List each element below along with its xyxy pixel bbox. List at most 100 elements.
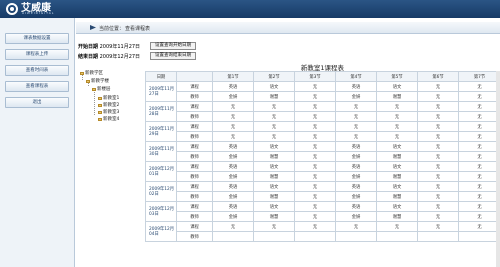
course-cell: 语文 xyxy=(376,161,418,172)
teacher-cell: 无 xyxy=(458,91,500,102)
table-row: 教师 金妍 谢慧无金妍 谢慧无无 xyxy=(146,211,500,222)
sidebar-item-upload-schedule[interactable]: 课程表上传 xyxy=(5,49,69,60)
tree-building[interactable]: 新教学楼 xyxy=(86,78,109,84)
course-cell: 无 xyxy=(212,221,254,232)
table-row: 2009年11月27日 课程 英语 语文无英语 语文无无 xyxy=(145,81,500,102)
table-row: 2009年11月28日 课程无无无无无无无 xyxy=(145,101,500,122)
teacher-cell: 金妍 xyxy=(212,171,254,182)
table-row: 2009年11月30日 课程 英语 语文无英语 语文无无 xyxy=(145,141,500,162)
date-cell: 2009年11月28日 xyxy=(145,101,177,122)
column-header xyxy=(176,71,213,82)
course-row-label: 课程 xyxy=(176,121,213,132)
teacher-cell: 谢慧 xyxy=(253,171,295,182)
teacher-cell: 金妍 xyxy=(212,151,254,162)
course-row-label: 课程 xyxy=(176,221,213,232)
teacher-cell xyxy=(376,231,418,242)
tree-room-4[interactable]: 新教室4 xyxy=(98,116,119,122)
teacher-row-label: 教师 xyxy=(176,91,213,102)
table-row: 教师 金妍 谢慧无金妍 谢慧无无 xyxy=(146,191,500,202)
breadcrumb-label: 当前位置： xyxy=(99,26,125,32)
sidebar-item-logout[interactable]: 退出 xyxy=(5,97,69,108)
course-row-label: 课程 xyxy=(176,81,213,92)
room-icon xyxy=(98,103,102,107)
column-header: 第6节 xyxy=(417,71,459,82)
teacher-cell: 谢慧 xyxy=(253,91,295,102)
tree-root[interactable]: 新教学区 xyxy=(80,70,103,76)
sidebar-item-view-timetable[interactable]: 查看时间表 xyxy=(5,65,69,76)
end-date-value: 2009年12月27日 xyxy=(99,54,141,60)
table-row: 教师 金妍 谢慧无金妍 谢慧无无 xyxy=(146,91,500,102)
app-header: 艾威康 AIWEIDIGITAL xyxy=(0,0,500,18)
date-cell: 2009年11月30日 xyxy=(145,141,177,162)
set-start-date-button[interactable]: 设置查询开始日期 xyxy=(150,42,196,50)
teacher-row-label: 教师 xyxy=(176,211,213,222)
date-cell: 2009年11月29日 xyxy=(145,121,177,142)
column-header: 第5节 xyxy=(376,71,418,82)
start-date-value: 2009年11月27日 xyxy=(99,44,141,50)
course-cell: 无 xyxy=(212,101,254,112)
teacher-cell: 无 xyxy=(212,111,254,122)
course-cell: 无 xyxy=(212,121,254,132)
column-header: 第2节 xyxy=(253,71,295,82)
course-cell: 无 xyxy=(458,101,500,112)
tree-floor[interactable]: 新楼层 xyxy=(92,86,111,92)
course-cell: 无 xyxy=(294,101,336,112)
tree-room-3[interactable]: 新教室3 xyxy=(98,109,119,115)
teacher-row-label: 教师 xyxy=(176,111,213,122)
teacher-cell: 无 xyxy=(335,111,377,122)
column-header: 第4节 xyxy=(335,71,377,82)
date-cell: 2009年12月03日 xyxy=(145,201,177,222)
teacher-cell: 金妍 xyxy=(335,151,377,162)
course-cell: 英语 xyxy=(335,81,377,92)
logo-subtitle: AIWEIDIGITAL xyxy=(22,11,55,15)
course-cell: 无 xyxy=(253,221,295,232)
teacher-cell: 金妍 xyxy=(335,191,377,202)
vertical-scrollbar[interactable] xyxy=(496,71,500,267)
course-cell: 无 xyxy=(335,121,377,132)
course-cell: 语文 xyxy=(253,161,295,172)
teacher-cell: 无 xyxy=(417,191,459,202)
sidebar-item-schedule-settings[interactable]: 课表数据设置 xyxy=(5,33,69,44)
course-cell: 无 xyxy=(417,221,459,232)
tree-floor-label: 新楼层 xyxy=(97,87,111,92)
course-row-label: 课程 xyxy=(176,161,213,172)
course-cell: 无 xyxy=(294,121,336,132)
course-cell: 英语 xyxy=(212,81,254,92)
teacher-cell: 谢慧 xyxy=(376,151,418,162)
course-cell: 语文 xyxy=(253,201,295,212)
course-cell: 无 xyxy=(253,121,295,132)
location-arrow-icon xyxy=(90,25,96,30)
teacher-cell xyxy=(253,231,295,242)
course-cell: 无 xyxy=(335,221,377,232)
folder-icon xyxy=(86,79,90,83)
teacher-row-label: 教师 xyxy=(176,131,213,142)
schedule-header-row: 日期 第1节 第2节 第3节 第4节 第5节 第6节 第7节 xyxy=(145,71,500,82)
course-cell: 语文 xyxy=(376,181,418,192)
course-cell: 无 xyxy=(458,121,500,132)
teacher-cell: 金妍 xyxy=(335,211,377,222)
course-cell: 无 xyxy=(376,221,418,232)
teacher-cell: 谢慧 xyxy=(253,211,295,222)
set-end-date-button[interactable]: 设置查询结束日期 xyxy=(150,52,196,60)
teacher-cell: 无 xyxy=(212,131,254,142)
teacher-cell: 无 xyxy=(294,131,336,142)
logo-icon xyxy=(6,3,18,15)
course-cell: 无 xyxy=(294,221,336,232)
course-cell: 无 xyxy=(294,81,336,92)
course-cell: 无 xyxy=(417,101,459,112)
course-cell: 无 xyxy=(417,121,459,132)
course-cell: 英语 xyxy=(335,161,377,172)
breadcrumb-current: 查看课程表 xyxy=(125,26,151,32)
sidebar-item-view-schedule[interactable]: 查看课程表 xyxy=(5,81,69,92)
end-date-label: 结束日期 xyxy=(78,54,99,60)
room-icon xyxy=(98,96,102,100)
teacher-cell: 无 xyxy=(458,151,500,162)
tree-room-1[interactable]: 新教室1 xyxy=(98,95,119,101)
tree-building-label: 新教学楼 xyxy=(91,79,109,84)
table-row: 2009年12月03日 课程 英语 语文无英语 语文无无 xyxy=(145,201,500,222)
teacher-cell: 谢慧 xyxy=(376,191,418,202)
course-cell: 无 xyxy=(458,161,500,172)
teacher-cell: 无 xyxy=(458,211,500,222)
tree-room-2[interactable]: 新教室2 xyxy=(98,102,119,108)
teacher-cell: 金妍 xyxy=(212,211,254,222)
